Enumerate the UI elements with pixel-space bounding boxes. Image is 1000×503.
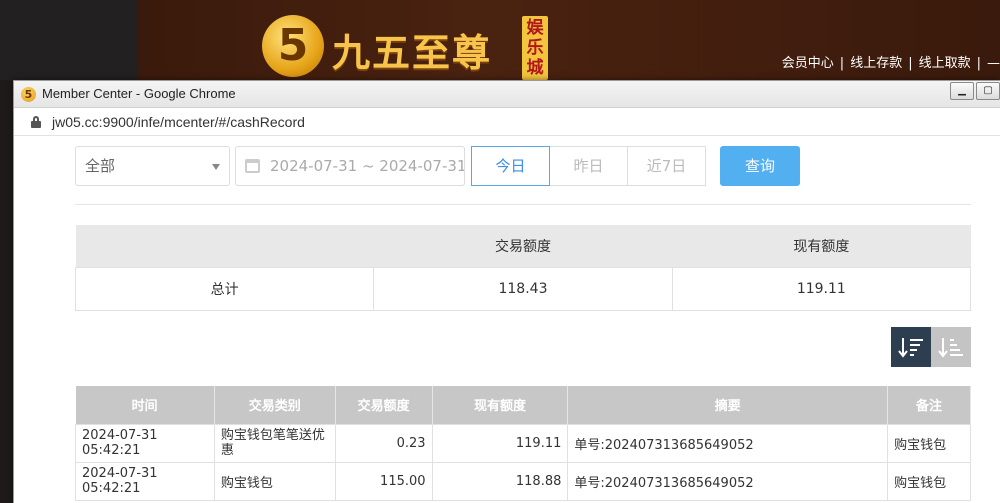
top-nav: 会员中心 | 线上存款 | 线上取款 | — [782,52,1000,71]
calendar-icon [245,159,260,173]
query-button[interactable]: 查询 [720,146,800,186]
window-title: Member Center - Google Chrome [42,86,236,101]
cell-amount: 115.00 [334,461,433,501]
window-controls: ▁ ▢ [948,82,1000,100]
summary-header-empty [75,225,374,267]
today-button[interactable]: 今日 [471,146,550,186]
column-header-amount: 交易额度 [335,386,433,424]
maximize-button[interactable]: ▢ [976,82,1000,100]
cell-summary: 单号:202407313685649052 [567,461,889,501]
cell-remark: 购宝钱包 [887,423,971,463]
background-left [0,0,138,80]
cell-time: 2024-07-31 05:42:21 [75,461,215,501]
date-range-input[interactable]: 2024-07-31 ~ 2024-07-31 [235,146,465,186]
sort-ascending-button[interactable] [931,327,971,367]
transaction-type-value: 全部 [85,157,116,175]
date-range-value: 2024-07-31 ~ 2024-07-31 [270,157,465,175]
chrome-window: 5 Member Center - Google Chrome ▁ ▢ jw05… [13,80,1000,503]
nav-more[interactable]: — [987,56,1000,71]
site-logo-icon: 5 [262,15,324,77]
address-bar[interactable]: jw05.cc:9900/infe/mcenter/#/cashRecord [14,108,1000,136]
minimize-button[interactable]: ▁ [950,82,974,100]
sort-ascending-icon [938,338,963,358]
nav-separator: | [976,56,981,71]
column-header-type: 交易类别 [214,386,336,424]
chevron-down-icon [212,164,220,170]
nav-member-center[interactable]: 会员中心 [782,56,834,71]
nav-separator: | [908,56,913,71]
column-header-remark: 备注 [887,386,971,424]
site-logo-badge: 娱乐城 [522,16,548,80]
summary-header-amount: 交易额度 [373,225,673,267]
transaction-type-select[interactable]: 全部 [75,146,230,186]
lock-icon [31,116,41,128]
url-text[interactable]: jw05.cc:9900/infe/mcenter/#/cashRecord [52,114,305,130]
cell-amount: 0.23 [334,423,433,463]
last-7-days-button[interactable]: 近7日 [627,146,706,186]
column-header-summary: 摘要 [567,386,889,424]
cell-balance: 119.11 [431,423,569,463]
transaction-table: 时间 交易类别 交易额度 现有额度 摘要 备注 2024-07-31 05:42… [75,386,971,501]
column-header-balance: 现有额度 [432,386,569,424]
summary-total-label: 总计 [74,266,375,311]
column-header-time: 时间 [75,386,215,424]
summary-total-balance: 119.11 [671,266,972,311]
quick-date-group: 今日 昨日 近7日 [471,146,706,186]
table-row: 2024-07-31 05:42:21 购宝钱包 115.00 118.88 单… [75,461,971,501]
cell-time: 2024-07-31 05:42:21 [75,423,215,463]
nav-online-withdraw[interactable]: 线上取款 [919,56,971,71]
summary-header-row: 交易额度 现有额度 [75,225,971,267]
cell-type: 购宝钱包笔笔送优惠 [213,423,336,463]
divider [75,204,971,205]
sort-descending-button[interactable] [891,327,931,367]
yesterday-button[interactable]: 昨日 [549,146,628,186]
summary-total-row: 总计 118.43 119.11 [74,266,972,311]
cell-type: 购宝钱包 [213,461,336,501]
summary-header-balance: 现有额度 [672,225,971,267]
nav-separator: | [839,56,845,71]
site-logo-text: 九五至尊 [332,30,493,75]
summary-table: 交易额度 现有额度 总计 118.43 119.11 [74,225,972,311]
summary-total-amount: 118.43 [373,266,673,311]
transaction-header-row: 时间 交易类别 交易额度 现有额度 摘要 备注 [75,386,971,424]
cell-balance: 118.88 [431,461,569,501]
sort-descending-icon [898,338,923,358]
favicon-icon: 5 [21,87,36,102]
cell-remark: 购宝钱包 [887,461,971,501]
cell-summary: 单号:202407313685649052 [567,423,889,463]
table-row: 2024-07-31 05:42:21 购宝钱包笔笔送优惠 0.23 119.1… [75,423,971,463]
title-bar[interactable]: 5 Member Center - Google Chrome ▁ ▢ [14,81,1000,108]
page-content: 全部 2024-07-31 ~ 2024-07-31 今日 昨日 近7日 查询 … [14,137,1000,503]
nav-online-deposit[interactable]: 线上存款 [850,56,902,71]
